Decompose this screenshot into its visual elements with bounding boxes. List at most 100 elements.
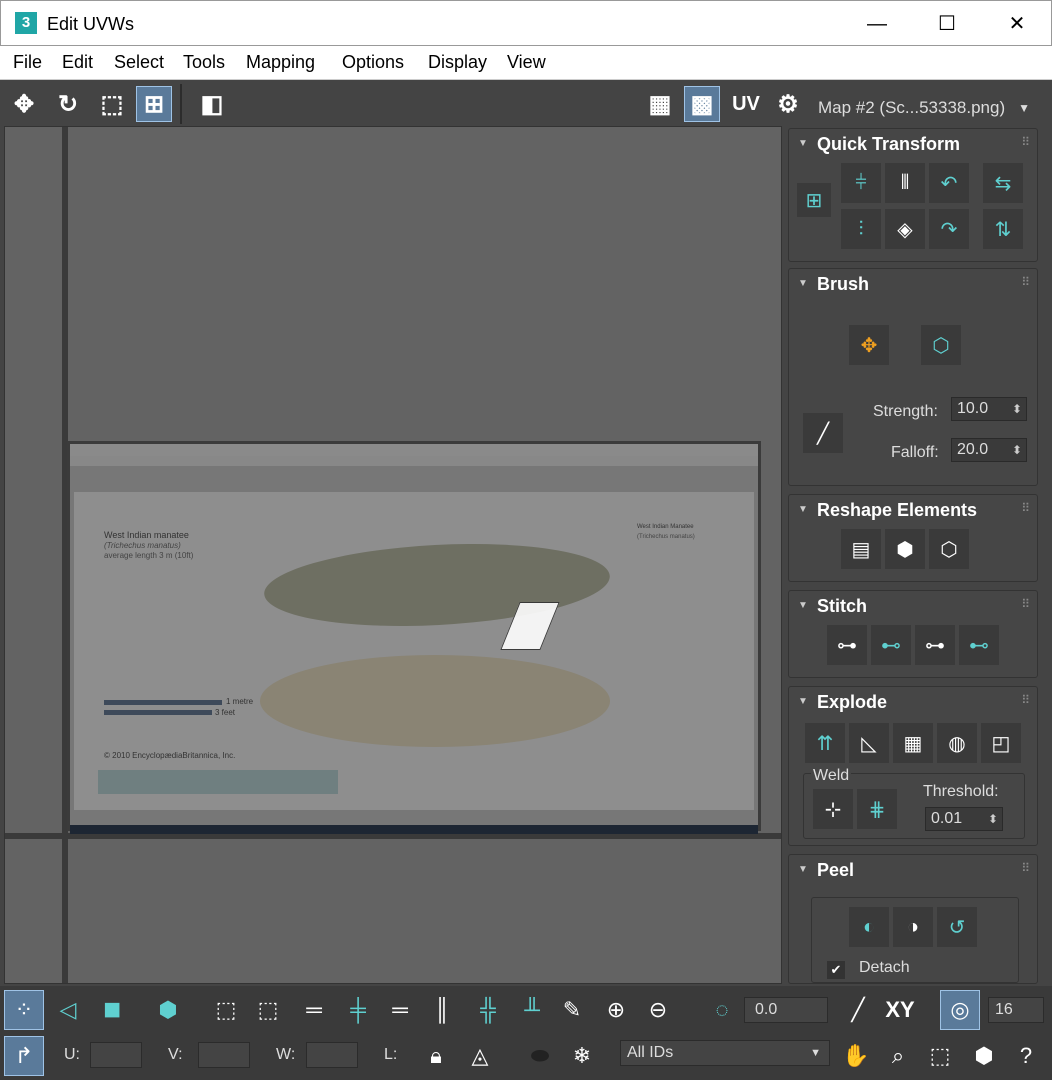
reset-peel-icon[interactable]: ↺ [937,907,977,947]
help-icon[interactable]: ? [1006,1036,1046,1076]
menu-view[interactable]: View [507,52,546,73]
detach-checkbox[interactable]: ✔ [827,961,845,979]
ids-dropdown[interactable]: All IDs ▼ [620,1040,830,1066]
menu-display[interactable]: Display [428,52,487,73]
zoom-extents-icon[interactable]: ⬢ [964,1036,1004,1076]
snap-line-icon[interactable]: ╱ [838,990,878,1030]
falloff-curve-icon[interactable]: ╱ [803,413,843,453]
unhide-icon[interactable]: ⬬ [520,1036,560,1076]
ring-select-icon[interactable]: ║ [422,990,462,1030]
map-settings-icon[interactable]: ⚙ [770,86,806,122]
mirror-icon[interactable]: ◧ [194,86,230,122]
align-vertical-icon[interactable]: ⫶ [841,209,881,249]
menu-tools[interactable]: Tools [183,52,225,73]
ring-shrink-icon[interactable]: ╨ [512,990,552,1030]
stitch-title[interactable]: Stitch [789,591,1037,621]
relax-icon[interactable]: ⬢ [885,529,925,569]
grow-selection-icon[interactable]: ⬚ [206,990,246,1030]
relax-by-face-icon[interactable]: ⬡ [929,529,969,569]
quick-transform-title[interactable]: Quick Transform [789,129,1037,159]
flatten-by-smoothing-icon[interactable]: ▦ [893,723,933,763]
maximize-button[interactable]: ☐ [911,1,983,47]
minimize-button[interactable]: — [841,1,913,47]
straighten-icon[interactable]: ▤ [841,529,881,569]
zoom-region-icon[interactable]: ⬚ [920,1036,960,1076]
relax-brush-icon[interactable]: ⬡ [921,325,961,365]
align-icon[interactable]: ⊞ [797,183,831,217]
loop-shrink-icon[interactable]: ═ [380,990,420,1030]
vertex-mode-icon[interactable]: ⁘ [4,990,44,1030]
explode-title[interactable]: Explode [789,687,1037,717]
falloff-spinner[interactable]: 20.0 [951,438,1027,462]
weld-selected-icon[interactable]: ⊹ [813,789,853,829]
shrink-selection-icon[interactable]: ⬚ [248,990,288,1030]
element-mode-icon[interactable]: ⬢ [148,990,188,1030]
enlarge-brush-icon[interactable]: ⊕ [596,990,636,1030]
weld-target-icon[interactable]: ⋕ [857,789,897,829]
align-horizontal-icon[interactable]: ⫩ [841,163,881,203]
brush-title[interactable]: Brush [789,269,1037,299]
strength-spinner[interactable]: 10.0 [951,397,1027,421]
angle-field[interactable]: 0.0 [744,997,828,1023]
w-field[interactable] [306,1042,358,1068]
flatten-by-polygon-angle-icon[interactable]: ◺ [849,723,889,763]
menu-edit[interactable]: Edit [62,52,93,73]
close-button[interactable]: ✕ [981,1,1052,47]
v-field[interactable] [198,1042,250,1068]
absolute-angle-icon[interactable]: ◌ [702,990,742,1030]
grid-size-field[interactable]: 16 [988,997,1044,1023]
menu-select[interactable]: Select [114,52,164,73]
face-mode-icon[interactable]: ■ [92,990,132,1030]
checker-pattern-icon[interactable]: ▦ [642,86,678,122]
paint-select-icon[interactable]: ✎ [552,990,592,1030]
transform-gizmo-icon[interactable]: ↱ [4,1036,44,1076]
map-dropdown[interactable]: Map #2 (Sc...53338.png) ▼ [810,92,1040,124]
loop-select-icon[interactable]: ═ [294,990,334,1030]
pan-icon[interactable]: ✋ [836,1036,876,1076]
rotate-icon[interactable]: ↻ [50,86,86,122]
distribute-vertical-icon[interactable]: ⇅ [983,209,1023,249]
peel-mode-icon[interactable]: ◑ [893,907,933,947]
grip-icon: ⠿ [1021,861,1030,875]
rotate-cw-icon[interactable]: ↷ [929,209,969,249]
space-horizontal-icon[interactable]: ⇆ [983,163,1023,203]
freeze-icon[interactable]: ❄ [562,1036,602,1076]
menu-options[interactable]: Options [342,52,404,73]
uv-toggle[interactable]: UV [728,86,764,122]
lock-icon[interactable]: 🔒︎ [416,1036,456,1076]
xy-toggle[interactable]: XY [880,990,920,1030]
rollout-explode: Explode ⠿ ⇈ ◺ ▦ ◍ ◰ Weld ⊹ ⋕ Threshold: … [788,686,1038,846]
u-field[interactable] [90,1042,142,1068]
texture-thumbnails [98,770,338,794]
peel-title[interactable]: Peel [789,855,1037,885]
move-icon[interactable]: ✥ [6,86,42,122]
threshold-spinner[interactable]: 0.01 [925,807,1003,831]
menu-file[interactable]: File [13,52,42,73]
scale-icon[interactable]: ⬚ [94,86,130,122]
space-vertical-icon[interactable]: ⦀ [885,163,925,203]
quick-peel-icon[interactable]: ◐ [849,907,889,947]
grid-snap-icon[interactable]: ◎ [940,990,980,1030]
loop-grow-icon[interactable]: ╪ [338,990,378,1030]
stitch-custom-icon[interactable]: ⊶ [827,625,867,665]
flatten-by-element-icon[interactable]: ◰ [981,723,1021,763]
stitch-to-source-icon[interactable]: ⊷ [959,625,999,665]
hide-icon[interactable]: ◬ [460,1036,500,1076]
center-pivot-icon[interactable]: ◈ [885,209,925,249]
break-icon[interactable]: ⇈ [805,723,845,763]
texture-species: (Trichechus manatus) [104,541,181,550]
stitch-average-icon[interactable]: ⊶ [915,625,955,665]
freeform-icon[interactable]: ⊞ [136,86,172,122]
shrink-brush-icon[interactable]: ⊖ [638,990,678,1030]
zoom-icon[interactable]: ⌕ [878,1036,918,1076]
menu-mapping[interactable]: Mapping [246,52,315,73]
texture-side-title: West Indian Manatee [637,524,694,530]
rotate-ccw-icon[interactable]: ↶ [929,163,969,203]
reshape-title[interactable]: Reshape Elements [789,495,1037,525]
stitch-to-target-icon[interactable]: ⊷ [871,625,911,665]
paint-move-icon[interactable]: ✥ [849,325,889,365]
flatten-by-material-icon[interactable]: ◍ [937,723,977,763]
show-map-icon[interactable]: ▩ [684,86,720,122]
ring-grow-icon[interactable]: ╬ [468,990,508,1030]
edge-mode-icon[interactable]: ◁ [48,990,88,1030]
